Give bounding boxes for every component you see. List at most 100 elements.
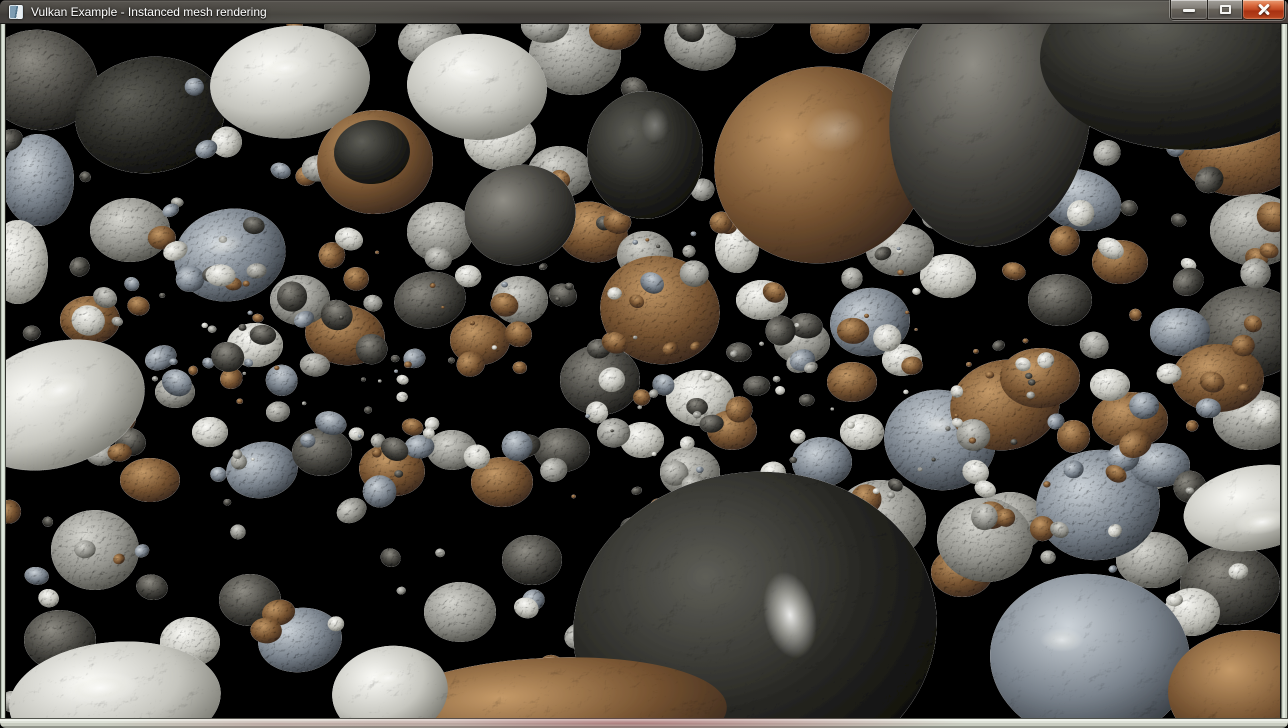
maximize-button[interactable] — [1207, 0, 1243, 20]
dust-pebble — [243, 281, 250, 287]
rock — [192, 417, 228, 447]
dust-pebble — [714, 375, 722, 382]
dust-pebble — [1026, 391, 1035, 398]
dust-pebble — [239, 324, 247, 331]
dust-pebble — [897, 270, 904, 276]
dust-pebble — [637, 405, 641, 409]
dust-pebble — [656, 245, 660, 249]
dust-pebble — [887, 492, 895, 499]
dust-pebble — [492, 345, 497, 350]
dust-pebble — [759, 342, 764, 346]
window-border-left[interactable] — [0, 24, 6, 718]
rock — [292, 428, 352, 476]
minimize-button[interactable] — [1170, 0, 1207, 20]
dust-pebble — [645, 238, 649, 241]
dust-pebble — [404, 361, 412, 368]
dust-pebble — [375, 251, 379, 254]
dust-pebble — [830, 408, 833, 411]
dust-pebble — [243, 372, 247, 375]
dust-pebble — [364, 407, 372, 414]
dust-pebble — [954, 414, 958, 418]
dust-pebble — [394, 370, 398, 373]
dust-pebble — [358, 435, 362, 438]
dust-pebble — [394, 470, 403, 478]
minimize-icon — [1183, 9, 1195, 12]
dust-pebble — [914, 328, 917, 331]
dust-pebble — [912, 288, 920, 295]
dust-pebble — [585, 414, 590, 418]
dust-pebble — [886, 346, 890, 350]
dust-pebble — [378, 379, 382, 382]
window-border-bottom[interactable] — [0, 718, 1288, 728]
dust-pebble — [903, 390, 908, 394]
dust-pebble — [873, 488, 880, 494]
dust-pebble — [208, 326, 216, 333]
dust-pebble — [339, 315, 344, 319]
rock — [424, 582, 496, 642]
dust-pebble — [773, 376, 780, 382]
dust-pebble — [905, 311, 909, 315]
window-title: Vulkan Example - Instanced mesh renderin… — [31, 0, 267, 24]
dust-pebble — [274, 366, 279, 371]
pebble — [363, 475, 397, 507]
dust-pebble — [448, 358, 455, 364]
window-border-right[interactable] — [1280, 24, 1288, 718]
dust-pebble — [430, 283, 436, 288]
dust-pebble — [969, 437, 976, 443]
dust-pebble — [790, 457, 797, 463]
dust-pebble — [223, 499, 231, 505]
specular-highlight — [1040, 628, 1084, 652]
specular-highlight — [641, 107, 669, 143]
dust-pebble — [652, 452, 657, 456]
render-viewport[interactable] — [6, 24, 1280, 718]
rock — [120, 458, 180, 502]
dust-pebble — [966, 362, 972, 367]
application-icon — [9, 5, 23, 19]
pebble — [328, 616, 344, 631]
dust-pebble — [152, 376, 158, 381]
pebble — [1041, 550, 1056, 563]
dust-pebble — [1025, 373, 1032, 379]
dust-pebble — [633, 336, 637, 340]
dust-pebble — [864, 314, 869, 318]
dust-pebble — [691, 231, 696, 236]
rock — [827, 362, 877, 402]
dust-pebble — [571, 495, 575, 499]
dust-pebble — [555, 297, 560, 301]
dust-pebble — [897, 247, 901, 250]
dust-pebble — [159, 293, 165, 298]
dust-pebble — [501, 282, 508, 288]
dust-pebble — [973, 349, 979, 354]
dust-pebble — [632, 240, 638, 245]
maximize-icon — [1220, 5, 1231, 14]
dust-pebble — [302, 402, 306, 406]
dust-pebble — [1043, 481, 1050, 487]
dust-pebble — [1028, 379, 1036, 385]
dust-pebble — [918, 467, 923, 471]
close-button[interactable] — [1243, 0, 1285, 20]
window-controls — [1170, 0, 1285, 20]
specular-highlight — [924, 415, 956, 435]
rendered-scene — [6, 24, 1280, 718]
dust-pebble — [985, 371, 994, 378]
dust-pebble — [251, 458, 254, 461]
rock — [1028, 274, 1092, 326]
dust-pebble — [361, 377, 366, 381]
dust-pebble — [1010, 439, 1017, 445]
dust-pebble — [693, 411, 702, 418]
app-window: Vulkan Example - Instanced mesh renderin… — [0, 0, 1288, 728]
titlebar[interactable]: Vulkan Example - Instanced mesh renderin… — [0, 0, 1288, 24]
dust-pebble — [794, 323, 799, 327]
dust-pebble — [248, 311, 253, 315]
rock — [840, 414, 884, 450]
rock — [502, 535, 562, 585]
dust-pebble — [470, 321, 475, 326]
dust-pebble — [1023, 338, 1029, 343]
rock — [1090, 369, 1130, 401]
dust-pebble — [237, 399, 244, 405]
dust-pebble — [391, 355, 399, 362]
rock — [587, 91, 703, 219]
dust-pebble — [610, 429, 613, 432]
dust-pebble — [932, 458, 936, 462]
dust-pebble — [696, 466, 704, 472]
